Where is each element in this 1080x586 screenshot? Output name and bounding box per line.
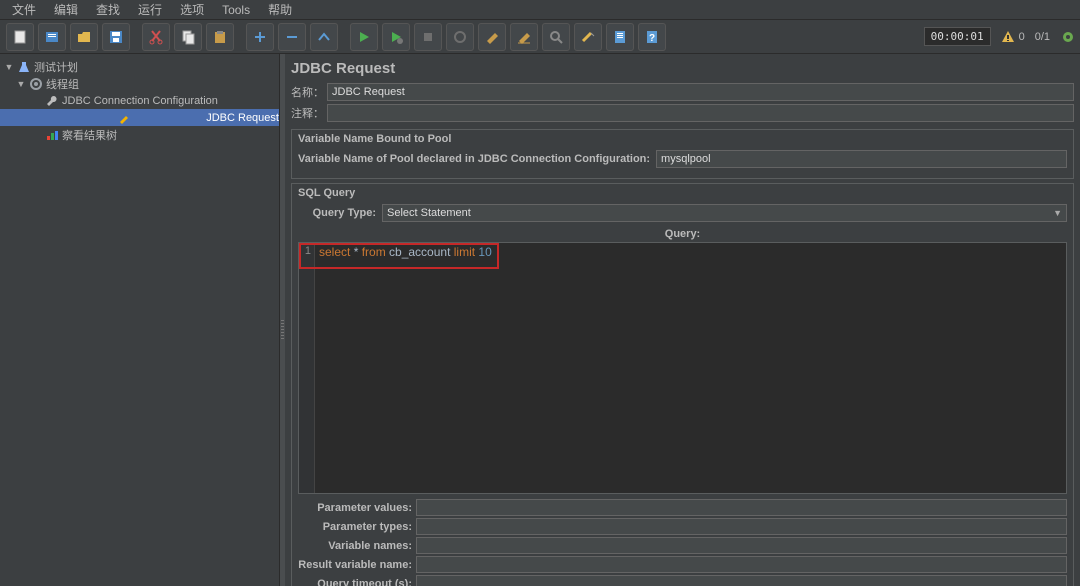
param-types-label: Parameter types: — [298, 521, 416, 533]
search-button[interactable] — [542, 23, 570, 51]
sql-section: SQL Query Query Type: Select Statement ▼… — [291, 183, 1074, 586]
pool-section-title: Variable Name Bound to Pool — [292, 130, 1073, 148]
name-input[interactable] — [327, 83, 1074, 101]
panel-title: JDBC Request — [291, 60, 1074, 77]
result-var-input[interactable] — [416, 556, 1067, 573]
warning-icon — [1001, 30, 1015, 44]
menu-help[interactable]: 帮助 — [260, 0, 300, 19]
new-button[interactable] — [6, 23, 34, 51]
pool-label: Variable Name of Pool declared in JDBC C… — [298, 153, 650, 165]
pool-section: Variable Name Bound to Pool Variable Nam… — [291, 129, 1074, 179]
menu-bar: 文件 编辑 查找 运行 选项 Tools 帮助 — [0, 0, 1080, 20]
query-type-label: Query Type: — [298, 207, 376, 219]
comment-label: 注释： — [291, 105, 327, 121]
shutdown-button[interactable] — [446, 23, 474, 51]
templates-button[interactable] — [38, 23, 66, 51]
menu-tools[interactable]: Tools — [214, 2, 258, 18]
start-button[interactable] — [350, 23, 378, 51]
menu-run[interactable]: 运行 — [130, 0, 170, 19]
tree-item-label: JDBC Request — [206, 112, 279, 124]
expand-icon[interactable]: ▼ — [4, 62, 14, 72]
param-types-input[interactable] — [416, 518, 1067, 535]
param-values-input[interactable] — [416, 499, 1067, 516]
clear-button[interactable] — [478, 23, 506, 51]
query-timeout-label: Query timeout (s): — [298, 578, 416, 586]
help-button[interactable]: ? — [638, 23, 666, 51]
params-grid: Parameter values: Parameter types: Varia… — [298, 498, 1067, 586]
start-notimers-button[interactable] — [382, 23, 410, 51]
name-label: 名称： — [291, 84, 327, 100]
comment-input[interactable] — [327, 104, 1074, 122]
pipette-icon — [117, 111, 131, 125]
tree-item-jdbc-config[interactable]: JDBC Connection Configuration — [0, 92, 279, 109]
toolbar: ? 00:00:01 0 0/1 — [0, 20, 1080, 54]
cut-button[interactable] — [142, 23, 170, 51]
param-values-label: Parameter values: — [298, 502, 416, 514]
remove-button[interactable] — [278, 23, 306, 51]
config-panel: JDBC Request 名称： 注释： Variable Name Bound… — [285, 54, 1080, 586]
chevron-down-icon: ▼ — [1049, 208, 1062, 218]
elapsed-timer: 00:00:01 — [924, 27, 991, 46]
tree-thread-group-label: 线程组 — [46, 76, 79, 92]
line-gutter: 1 — [299, 243, 315, 493]
thread-count: 0/1 — [1035, 31, 1050, 43]
wrench-icon — [45, 94, 59, 108]
paste-button[interactable] — [206, 23, 234, 51]
tree-root-label: 测试计划 — [34, 59, 78, 75]
add-button[interactable] — [246, 23, 274, 51]
variable-names-label: Variable names: — [298, 540, 416, 552]
warning-count[interactable]: 0 — [1001, 30, 1025, 44]
tree-item-results-tree[interactable]: 察看结果树 — [0, 126, 279, 143]
tree-item-jdbc-request[interactable]: JDBC Request — [0, 109, 279, 126]
toggle-button[interactable] — [310, 23, 338, 51]
menu-options[interactable]: 选项 — [172, 0, 212, 19]
warning-count-value: 0 — [1019, 31, 1025, 43]
menu-edit[interactable]: 编辑 — [46, 0, 86, 19]
svg-text:?: ? — [649, 33, 655, 44]
gauge-icon — [45, 128, 59, 142]
tree-thread-group[interactable]: ▼ 线程组 — [0, 75, 279, 92]
splitter[interactable] — [280, 54, 285, 586]
test-plan-tree[interactable]: ▼ 测试计划 ▼ 线程组 JDBC Connection Configurati… — [0, 54, 280, 586]
expand-icon[interactable]: ▼ — [16, 79, 26, 89]
open-button[interactable] — [70, 23, 98, 51]
query-code[interactable]: select * from cb_account limit 10 — [315, 243, 1066, 493]
sql-section-title: SQL Query — [292, 184, 1073, 202]
menu-file[interactable]: 文件 — [4, 0, 44, 19]
reset-search-button[interactable] — [574, 23, 602, 51]
flask-icon — [17, 60, 31, 74]
thread-group-icon — [29, 77, 43, 91]
query-editor[interactable]: 1 select * from cb_account limit 10 — [298, 242, 1067, 494]
result-var-label: Result variable name: — [298, 559, 416, 571]
function-helper-button[interactable] — [606, 23, 634, 51]
stop-button[interactable] — [414, 23, 442, 51]
query-timeout-input[interactable] — [416, 575, 1067, 586]
save-button[interactable] — [102, 23, 130, 51]
pool-input[interactable] — [656, 150, 1067, 168]
tree-root[interactable]: ▼ 测试计划 — [0, 58, 279, 75]
menu-find[interactable]: 查找 — [88, 0, 128, 19]
query-header: Query: — [298, 226, 1067, 242]
query-type-value: Select Statement — [387, 207, 471, 219]
tree-item-label: 察看结果树 — [62, 127, 117, 143]
clear-all-button[interactable] — [510, 23, 538, 51]
copy-button[interactable] — [174, 23, 202, 51]
gear-icon[interactable] — [1060, 29, 1076, 45]
tree-item-label: JDBC Connection Configuration — [62, 95, 218, 107]
query-type-select[interactable]: Select Statement ▼ — [382, 204, 1067, 222]
variable-names-input[interactable] — [416, 537, 1067, 554]
